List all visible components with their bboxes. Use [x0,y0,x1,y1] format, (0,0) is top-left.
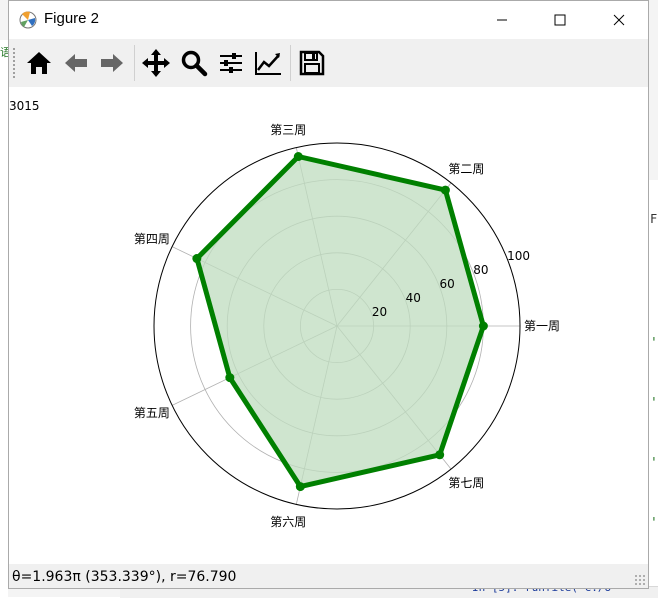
series-fill-area [196,156,484,487]
back-button[interactable] [60,47,92,79]
data-point [478,321,488,331]
save-floppy-icon [299,50,325,76]
background-stripe-left [0,40,8,600]
figure-window: Figure 2 3015 20 40 60 80 100 第一周 第二周 第三… [8,0,649,589]
maximize-icon [554,14,566,26]
toolbar-separator [134,45,135,81]
forward-button[interactable] [96,47,128,79]
toolbar-separator [290,45,291,81]
minimize-button[interactable] [473,1,531,39]
radial-tick-label: 40 [406,291,421,305]
background-text-fragment: '/( [650,516,658,531]
status-bar: θ=1.963π (353.339°), r=76.790 [9,564,648,588]
category-label: 第四周 [134,232,170,246]
navigation-toolbar [9,39,648,87]
category-label: 第一周 [524,319,560,333]
cursor-coordinates-readout: θ=1.963π (353.339°), r=76.790 [12,569,237,585]
maximize-button[interactable] [531,1,589,39]
minimize-icon [497,19,507,21]
edit-axes-button[interactable] [252,47,284,79]
data-point [192,254,202,264]
background-text-fragment: F [650,212,658,226]
window-title: Figure 2 [44,10,100,27]
data-point [295,482,305,492]
back-arrow-icon [65,54,87,72]
home-icon [27,52,51,74]
radial-tick-label: 20 [372,305,387,319]
background-text-fragment: '/( [650,456,658,471]
background-text-fragment: '/( [650,336,658,351]
resize-grip[interactable] [634,574,646,586]
save-button[interactable] [296,47,328,79]
category-label: 第三周 [270,123,306,137]
radial-tick-label: 100 [507,249,530,263]
radial-tick-label: 60 [439,277,454,291]
category-label: 第六周 [270,515,306,529]
radial-tick-label: 80 [473,263,488,277]
canvas-corner-text: 3015 [9,99,40,113]
forward-arrow-icon [101,54,123,72]
subplots-config-icon [220,53,242,73]
toolbar-grip[interactable] [12,47,16,79]
category-label: 第五周 [134,406,170,420]
home-button[interactable] [23,47,55,79]
close-icon [613,14,625,26]
pan-move-icon [142,49,170,77]
background-text-fragment: '/( [650,396,658,411]
edit-axes-icon [255,52,281,75]
data-point [293,152,303,162]
close-button[interactable] [590,1,648,39]
category-label: 第七周 [448,476,484,490]
title-bar[interactable]: Figure 2 [9,1,648,39]
data-point [225,373,235,383]
zoom-button[interactable] [178,47,210,79]
background-stripe-right [648,180,658,600]
matplotlib-app-icon [19,11,37,29]
configure-subplots-button[interactable] [215,47,247,79]
radar-chart: 20 40 60 80 100 第一周 第二周 第三周第四周第五周第六周 第七周 [134,123,560,529]
zoom-magnifier-icon [181,50,208,77]
data-point [435,450,445,460]
data-point [440,185,450,195]
figure-canvas[interactable]: 3015 20 40 60 80 100 第一周 第二周 第三周第四周第五周第六周 第七周 [9,87,648,564]
pan-button[interactable] [140,47,172,79]
category-label: 第二周 [448,162,484,176]
